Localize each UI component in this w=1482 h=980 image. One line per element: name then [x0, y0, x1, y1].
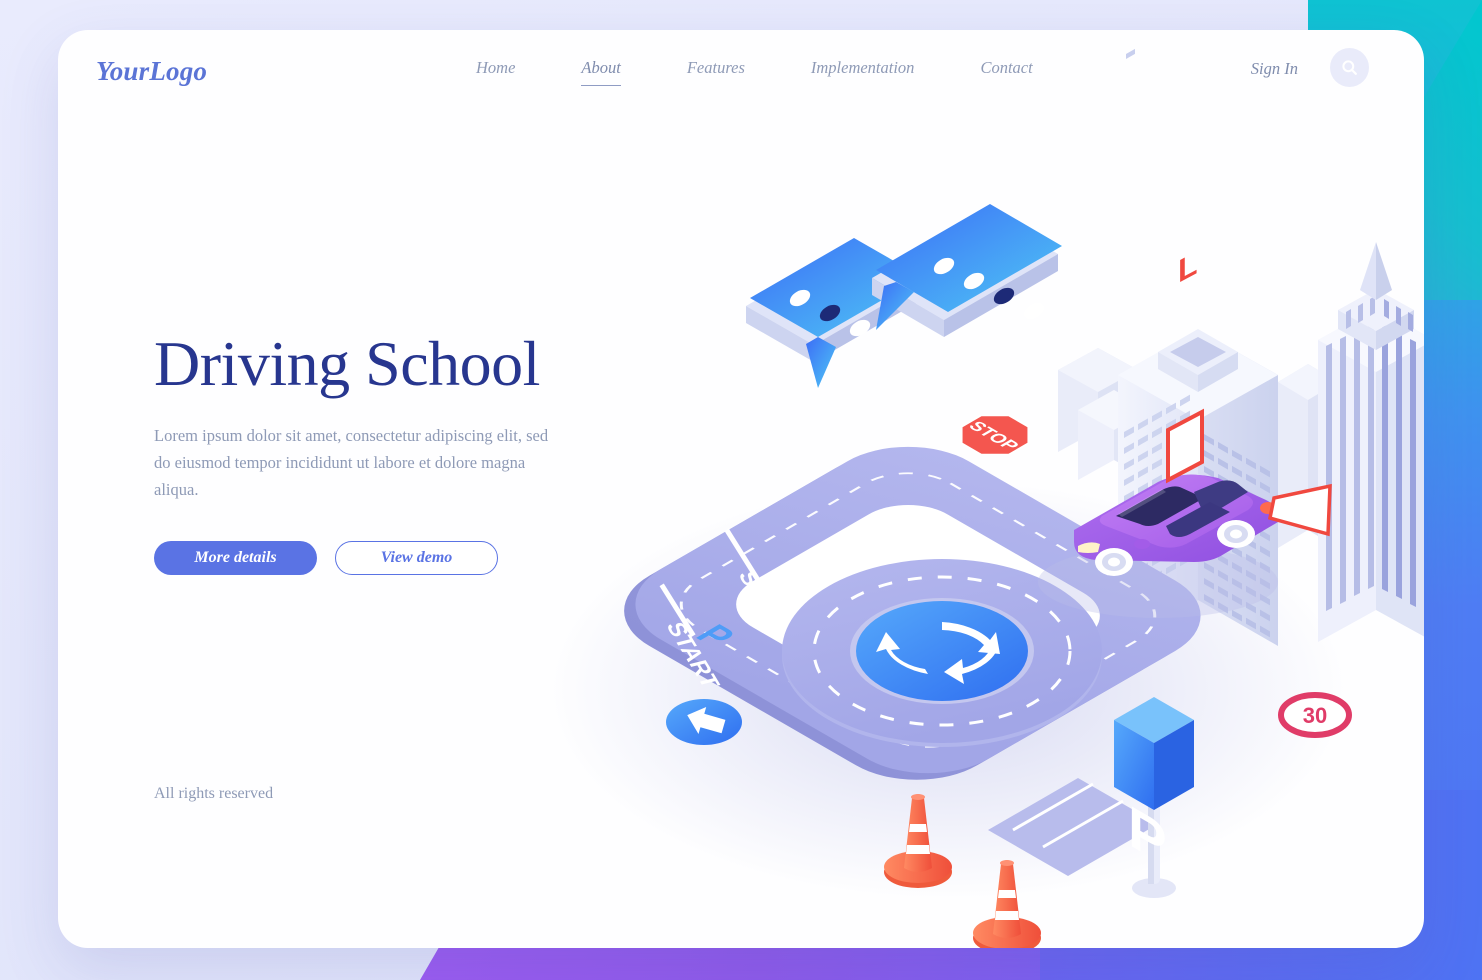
- copyright-text: All rights reserved: [154, 785, 274, 802]
- hero-illustration: STOP 30 STOP START P L P: [518, 48, 1424, 948]
- search-button[interactable]: [1330, 48, 1369, 87]
- tower-building: [1318, 242, 1424, 642]
- search-icon: [1342, 60, 1357, 75]
- landing-page-card: YourLogo Home About Features Implementat…: [58, 30, 1424, 948]
- nav-item-about[interactable]: About: [581, 58, 621, 86]
- site-logo[interactable]: YourLogo: [96, 56, 207, 87]
- speed-limit-label: 30: [1303, 703, 1327, 728]
- nav-item-home[interactable]: Home: [476, 58, 515, 85]
- speed-limit-sign[interactable]: 30: [1278, 692, 1352, 738]
- nav-item-contact[interactable]: Contact: [980, 58, 1032, 85]
- direction-arrow-sign[interactable]: [666, 699, 742, 745]
- nav-item-implementation[interactable]: Implementation: [811, 58, 915, 85]
- more-details-button[interactable]: More details: [154, 541, 317, 576]
- chat-bubble-right: [872, 204, 1062, 337]
- hero-subtitle: Lorem ipsum dolor sit amet, consectetur …: [154, 426, 549, 499]
- main-navigation: Home About Features Implementation Conta…: [476, 58, 1033, 86]
- sign-in-link[interactable]: Sign In: [1251, 59, 1298, 79]
- site-header: YourLogo Home About Features Implementat…: [58, 30, 1424, 122]
- nav-item-features[interactable]: Features: [687, 58, 745, 85]
- learner-plate-label: L: [1178, 245, 1198, 291]
- view-demo-button[interactable]: View demo: [335, 541, 498, 576]
